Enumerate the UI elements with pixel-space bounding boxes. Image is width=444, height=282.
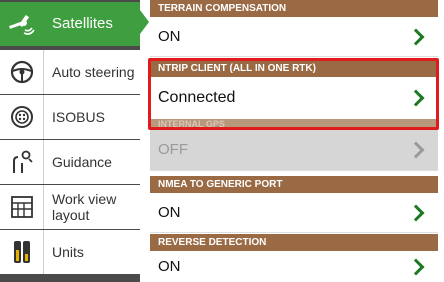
reverse-detection-row[interactable]: ON	[150, 251, 438, 282]
sidebar-item-label: Guidance	[52, 154, 112, 170]
sidebar-item-satellites[interactable]: Satellites	[0, 2, 140, 46]
sidebar-item-work-view-layout[interactable]: Work view layout	[0, 185, 140, 229]
chevron-right-icon	[407, 28, 425, 45]
sidebar-item-auto-steering[interactable]: Auto steering	[0, 50, 140, 94]
active-indicator	[140, 10, 149, 34]
sidebar-item-label: Satellites	[52, 15, 113, 32]
reverse-detection-value: ON	[158, 258, 181, 275]
nmea-generic-port-header: NMEA TO GENERIC PORT	[150, 176, 438, 193]
chevron-right-icon	[407, 204, 425, 221]
nmea-generic-port-value: ON	[158, 204, 181, 221]
chevron-right-icon	[407, 258, 425, 275]
sidebar-item-label: ISOBUS	[52, 109, 105, 125]
units-icon	[0, 230, 44, 274]
scrollbar[interactable]	[438, 0, 444, 282]
sidebar-item-units[interactable]: Units	[0, 230, 140, 274]
reverse-detection-header: REVERSE DETECTION	[150, 234, 438, 251]
guidance-icon	[0, 140, 44, 184]
layout-grid-icon	[0, 185, 44, 229]
terrain-compensation-header: TERRAIN COMPENSATION	[150, 0, 438, 17]
internal-gps-value: OFF	[158, 141, 188, 158]
satellite-icon	[0, 2, 44, 46]
internal-gps-row[interactable]: OFF	[150, 129, 438, 171]
sidebar: Satellites Auto steering ISOBUS Guidance…	[0, 0, 149, 282]
steering-wheel-icon	[0, 50, 44, 94]
highlight-box	[148, 58, 439, 130]
chevron-right-icon	[407, 141, 425, 158]
sidebar-item-label: Work view layout	[52, 191, 117, 223]
isobus-icon	[0, 95, 44, 139]
terrain-compensation-row[interactable]: ON	[150, 17, 438, 57]
nmea-generic-port-row[interactable]: ON	[150, 193, 438, 233]
sidebar-item-guidance[interactable]: Guidance	[0, 140, 140, 184]
terrain-compensation-value: ON	[158, 28, 181, 45]
settings-list: TERRAIN COMPENSATION ON NTRIP CLIENT (AL…	[150, 0, 444, 282]
sidebar-item-isobus[interactable]: ISOBUS	[0, 95, 140, 139]
sidebar-item-label: Units	[52, 244, 84, 260]
sidebar-item-label: Auto steering	[52, 64, 135, 80]
